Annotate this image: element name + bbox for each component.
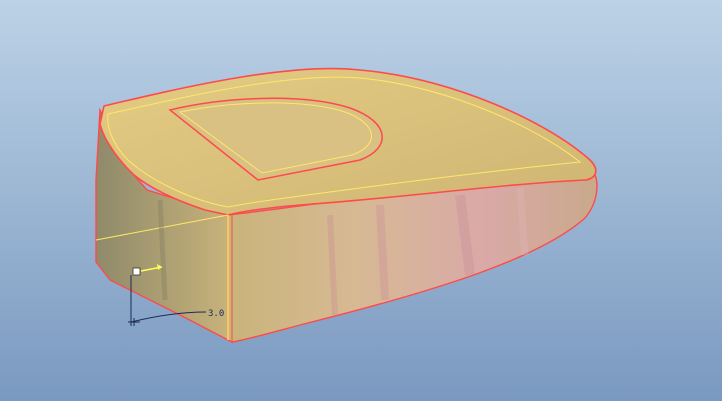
dimension-value: 3.0: [208, 309, 224, 319]
model-scene[interactable]: 3.0: [0, 0, 722, 401]
3d-model-viewport[interactable]: 3.0: [0, 0, 722, 401]
drag-handle-square[interactable]: [132, 267, 141, 276]
